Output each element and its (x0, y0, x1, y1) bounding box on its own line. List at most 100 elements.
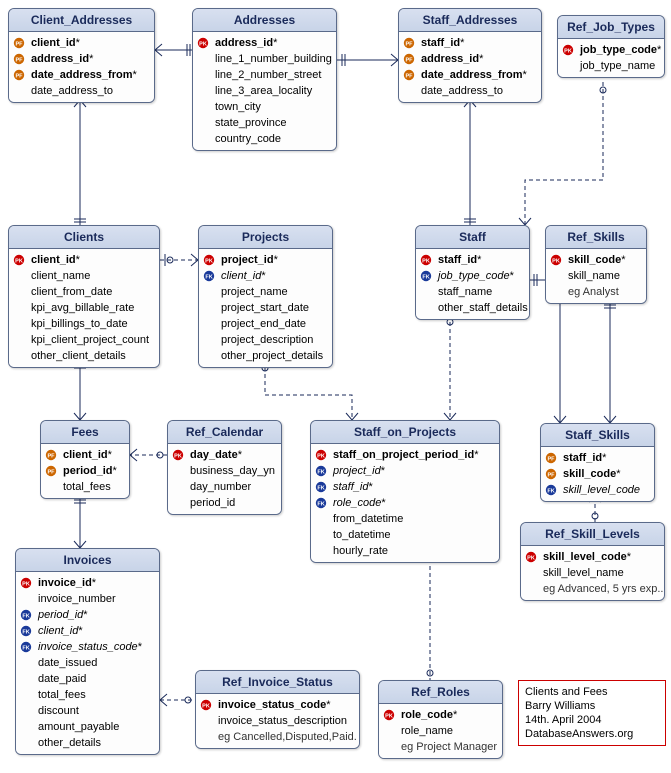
key-icon: PK (20, 577, 34, 589)
attribute-row: PKstaff_on_project_period_id* (315, 447, 495, 463)
svg-text:PK: PK (552, 259, 560, 265)
svg-text:FK: FK (422, 275, 429, 281)
attribute-row: PKskill_code* (550, 252, 642, 268)
attribute-name: eg Analyst (568, 285, 619, 299)
attribute-row: PKskill_level_code* (525, 549, 660, 565)
attribute-row: date_issued (20, 655, 155, 671)
attribute-row: PKday_date* (172, 447, 277, 463)
attribute-row: eg Advanced, 5 yrs exp.. (525, 581, 660, 597)
attribute-name: skill_name (568, 269, 620, 283)
attribute-row: line_1_number_building (197, 51, 332, 67)
attribute-row: other_details (20, 735, 155, 751)
attribute-name: eg Project Manager (401, 740, 497, 754)
attribute-name: other_staff_details (438, 301, 528, 315)
attribute-row: FKinvoice_status_code* (20, 639, 155, 655)
attribute-name: from_datetime (333, 512, 403, 526)
attribute-row: FKclient_id* (203, 268, 328, 284)
entity-title: Projects (199, 226, 332, 249)
attribute-name: project_id (333, 464, 381, 478)
caption-author: Barry Williams (525, 699, 659, 713)
attribute-row: PKaddress_id* (197, 35, 332, 51)
svg-text:PF: PF (405, 42, 413, 48)
svg-text:PF: PF (547, 457, 555, 463)
attrs: PKclient_id*client_nameclient_from_datek… (9, 249, 159, 367)
attribute-row: from_datetime (315, 511, 495, 527)
entity-client-addresses: Client_Addresses PFclient_id*PFaddress_i… (8, 8, 155, 103)
attribute-name: eg Cancelled,Disputed,Paid. (218, 730, 357, 744)
svg-text:FK: FK (22, 614, 29, 620)
attribute-row: other_project_details (203, 348, 328, 364)
attribute-name: invoice_id (38, 576, 92, 590)
entity-staff-on-projects: Staff_on_Projects PKstaff_on_project_per… (310, 420, 500, 563)
attribute-name: job_type_code (580, 43, 657, 57)
attribute-name: skill_level_code (563, 483, 640, 497)
attribute-row: FKjob_type_code* (420, 268, 525, 284)
entity-title: Ref_Skill_Levels (521, 523, 664, 546)
key-icon: PK (383, 709, 397, 721)
svg-text:PF: PF (47, 470, 55, 476)
svg-text:PF: PF (405, 74, 413, 80)
attribute-name: invoice_number (38, 592, 116, 606)
entity-title: Addresses (193, 9, 336, 32)
attribute-row: country_code (197, 131, 332, 147)
attribute-name: business_day_yn (190, 464, 275, 478)
svg-text:PK: PK (564, 49, 572, 55)
key-icon: PF (403, 53, 417, 65)
attribute-name: date_issued (38, 656, 97, 670)
attribute-row: hourly_rate (315, 543, 495, 559)
attribute-name: staff_id (563, 451, 602, 465)
key-icon: PF (45, 449, 59, 461)
attribute-row: job_type_name (562, 58, 660, 74)
attribute-row: state_province (197, 115, 332, 131)
entity-staff-addresses: Staff_Addresses PFstaff_id*PFaddress_id*… (398, 8, 542, 103)
diagram-caption: Clients and Fees Barry Williams 14th. Ap… (518, 680, 666, 746)
attribute-row: business_day_yn (172, 463, 277, 479)
key-icon: FK (20, 641, 34, 653)
attribute-row: other_client_details (13, 348, 155, 364)
attribute-row: date_address_to (13, 83, 150, 99)
attribute-name: kpi_avg_billable_rate (31, 301, 134, 315)
key-icon: PK (562, 44, 576, 56)
attribute-name: job_type_name (580, 59, 655, 73)
attribute-row: period_id (172, 495, 277, 511)
entity-ref-skill-levels: Ref_Skill_Levels PKskill_level_code*skil… (520, 522, 665, 601)
attrs: PKjob_type_code*job_type_name (558, 39, 664, 77)
key-icon: PK (550, 254, 564, 266)
attribute-name: country_code (215, 132, 281, 146)
key-icon: PK (13, 254, 27, 266)
attribute-row: line_2_number_street (197, 67, 332, 83)
key-icon: FK (315, 497, 329, 509)
key-icon: PF (13, 69, 27, 81)
attribute-row: PFskill_code* (545, 466, 650, 482)
attrs: PFclient_id*PFaddress_id*PFdate_address_… (9, 32, 154, 102)
attribute-row: skill_name (550, 268, 642, 284)
attribute-row: eg Cancelled,Disputed,Paid. (200, 729, 355, 745)
attribute-row: invoice_number (20, 591, 155, 607)
attribute-row: PKstaff_id* (420, 252, 525, 268)
attrs: PFstaff_id*PFaddress_id*PFdate_address_f… (399, 32, 541, 102)
attribute-row: date_address_to (403, 83, 537, 99)
attribute-name: town_city (215, 100, 261, 114)
attribute-name: address_id (421, 52, 479, 66)
entity-ref-roles: Ref_Roles PKrole_code*role_nameeg Projec… (378, 680, 503, 759)
attribute-row: PKinvoice_id* (20, 575, 155, 591)
key-icon: PK (203, 254, 217, 266)
caption-source: DatabaseAnswers.org (525, 727, 659, 741)
entity-title: Ref_Invoice_Status (196, 671, 359, 694)
attrs: PKskill_level_code*skill_level_nameeg Ad… (521, 546, 664, 600)
attribute-row: kpi_billings_to_date (13, 316, 155, 332)
attribute-row: FKperiod_id* (20, 607, 155, 623)
attribute-row: line_3_area_locality (197, 83, 332, 99)
attribute-name: kpi_client_project_count (31, 333, 149, 347)
attribute-name: hourly_rate (333, 544, 388, 558)
attribute-name: project_id (221, 253, 274, 267)
attrs: PKstaff_id*FKjob_type_code*staff_nameoth… (416, 249, 529, 319)
attribute-row: FKskill_level_code (545, 482, 650, 498)
key-icon: FK (20, 625, 34, 637)
attribute-name: project_name (221, 285, 288, 299)
attribute-name: client_name (31, 269, 90, 283)
attribute-row: eg Project Manager (383, 739, 498, 755)
attribute-row: PFstaff_id* (403, 35, 537, 51)
svg-text:FK: FK (317, 502, 324, 508)
attribute-row: day_number (172, 479, 277, 495)
